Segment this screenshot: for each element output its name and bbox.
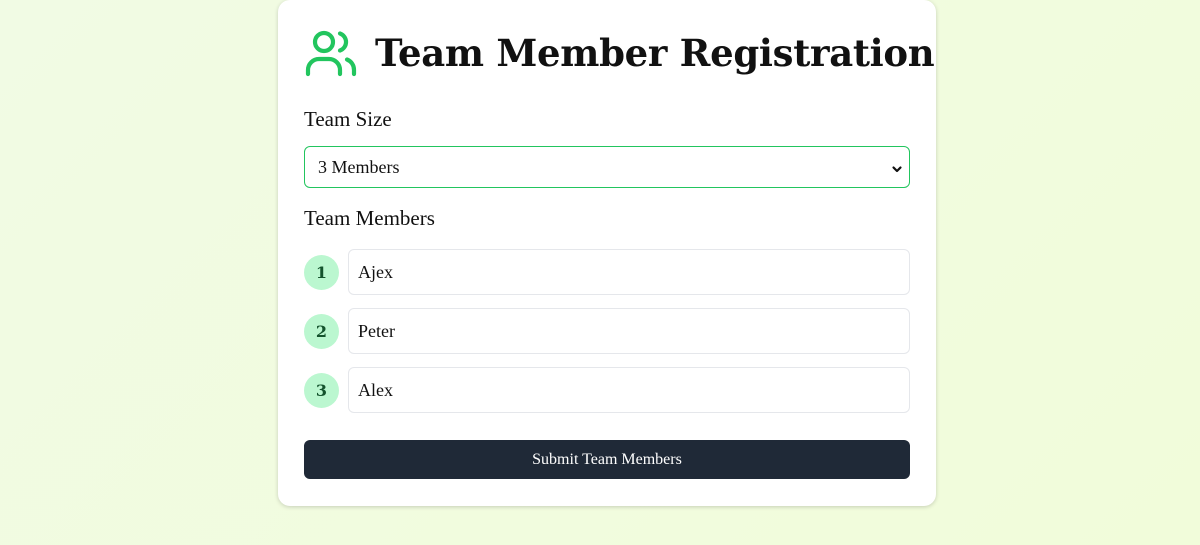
member-name-input[interactable]: Ajex — [348, 249, 910, 295]
chevron-down-icon — [891, 160, 903, 173]
team-size-label: Team Size — [304, 107, 392, 131]
team-size-select[interactable]: 3 Members — [304, 146, 910, 188]
member-row: 1 Ajex — [304, 249, 910, 295]
member-name-input[interactable]: Alex — [348, 367, 910, 413]
member-number-badge: 1 — [304, 254, 339, 290]
card-header: Team Member Registration — [304, 28, 935, 78]
team-size-selected-value: 3 Members — [318, 156, 400, 177]
member-name-input[interactable]: Peter — [348, 308, 910, 354]
registration-card: Team Member Registration Team Size 3 Mem… — [278, 0, 936, 506]
users-icon — [304, 28, 358, 78]
submit-team-members-button[interactable]: Submit Team Members — [304, 440, 910, 479]
member-row: 3 Alex — [304, 367, 910, 413]
member-number-badge: 3 — [304, 372, 339, 408]
page-title: Team Member Registration — [375, 31, 935, 75]
member-number-badge: 2 — [304, 313, 339, 349]
team-members-label: Team Members — [304, 206, 435, 230]
member-row: 2 Peter — [304, 308, 910, 354]
